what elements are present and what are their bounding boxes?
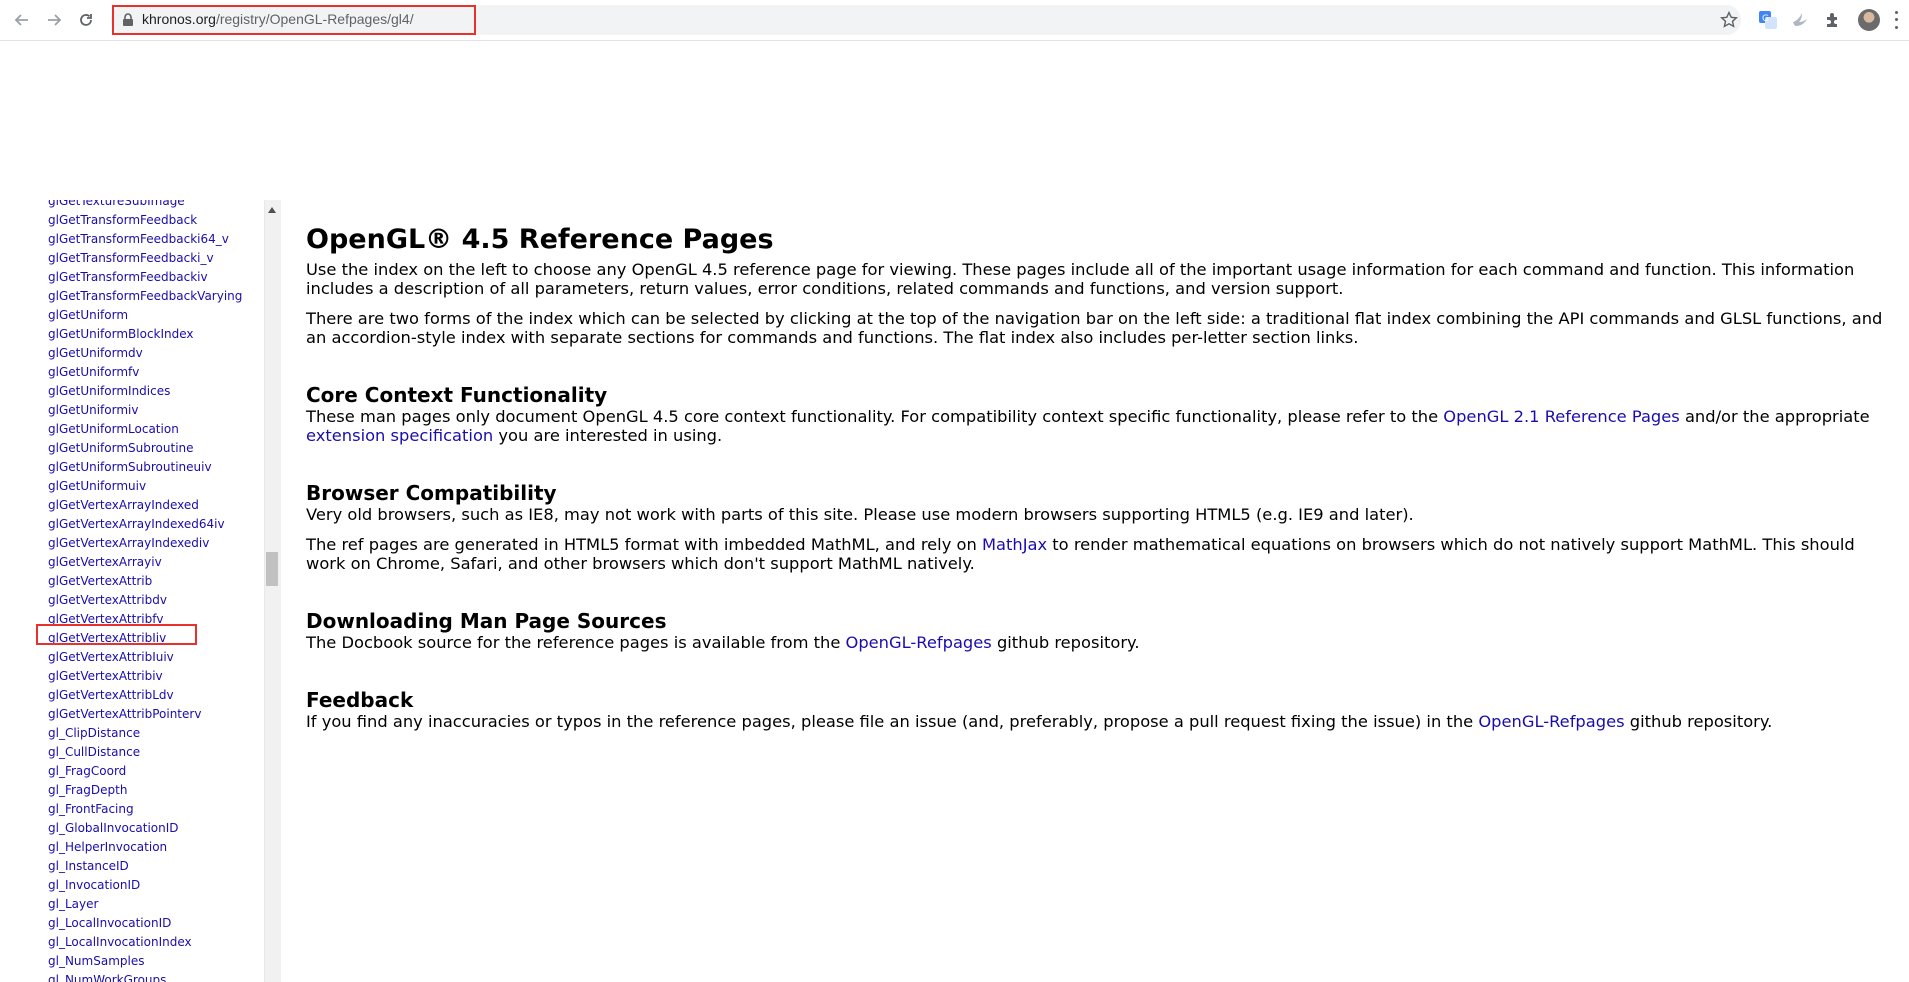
index-item[interactable]: gl_Layer [48,895,242,914]
section-heading-core: Core Context Functionality [306,383,608,407]
core-paragraph: These man pages only document OpenGL 4.5… [306,407,1870,445]
downloading-paragraph: The Docbook source for the reference pag… [306,633,1140,652]
selected-item-highlight-box [36,624,197,645]
index-item[interactable]: glGetVertexAttribPointerv [48,705,242,724]
index-item[interactable]: glGetUniform [48,306,242,325]
index-item[interactable]: gl_InvocationID [48,876,242,895]
index-item[interactable]: glGetVertexAttribIuiv [48,648,242,667]
section-heading-browser-compat: Browser Compatibility [306,481,557,505]
index-item[interactable]: gl_GlobalInvocationID [48,819,242,838]
reload-icon[interactable] [74,8,98,32]
index-item[interactable]: glGetUniformSubroutine [48,439,242,458]
index-item[interactable]: gl_NumSamples [48,952,242,971]
index-item[interactable]: glGetVertexArrayIndexed [48,496,242,515]
index-item[interactable]: gl_LocalInvocationIndex [48,933,242,952]
index-item[interactable]: gl_FragDepth [48,781,242,800]
more-menu-icon[interactable] [1893,9,1899,31]
index-item[interactable]: gl_HelperInvocation [48,838,242,857]
url-highlight-box [112,5,476,35]
forward-icon[interactable] [42,8,66,32]
index-item[interactable]: gl_FrontFacing [48,800,242,819]
scroll-up-arrow-icon[interactable] [268,207,276,213]
section-heading-feedback: Feedback [306,688,414,712]
index-item[interactable]: glGetVertexArrayIndexed64iv [48,515,242,534]
index-item[interactable]: glGetUniformIndices [48,382,242,401]
index-item[interactable]: gl_FragCoord [48,762,242,781]
scrollbar-thumb[interactable] [266,552,278,586]
index-item[interactable]: glGetUniformuiv [48,477,242,496]
index-item[interactable]: glGetTextureSubImage [48,200,242,211]
index-item[interactable]: glGetVertexArrayIndexediv [48,534,242,553]
mathjax-link[interactable]: MathJax [982,535,1047,554]
back-icon[interactable] [10,8,34,32]
intro-paragraph-1: Use the index on the left to choose any … [306,260,1855,298]
index-item[interactable]: glGetVertexAttrib [48,572,242,591]
translate-extension-icon[interactable]: G [1758,10,1778,30]
index-item[interactable]: glGetUniformiv [48,401,242,420]
index-item[interactable]: glGetTransformFeedback [48,211,242,230]
page-title: OpenGL® 4.5 Reference Pages [306,224,774,255]
puzzle-extensions-icon[interactable] [1823,10,1843,30]
index-item[interactable]: glGetUniformfv [48,363,242,382]
sidebar-scrollbar[interactable] [264,200,281,982]
index-item[interactable]: glGetVertexArrayiv [48,553,242,572]
index-item-gluniformlocation[interactable]: glGetUniformLocation [48,420,242,439]
index-item[interactable]: glGetVertexAttribLdv [48,686,242,705]
profile-avatar[interactable] [1858,9,1880,31]
index-item[interactable]: glGetTransformFeedbackVarying [48,287,242,306]
index-item[interactable]: glGetUniformSubroutineuiv [48,458,242,477]
index-item[interactable]: gl_InstanceID [48,857,242,876]
index-item[interactable]: glGetTransformFeedbacki_v [48,249,242,268]
index-item[interactable]: gl_NumWorkGroups [48,971,242,982]
bookmark-star-icon[interactable] [1720,11,1738,29]
browser-toolbar: khronos.org/registry/OpenGL-Refpages/gl4… [0,0,1909,41]
reference-index-sidebar: glGetTextureSubImage glGetTransformFeedb… [0,200,266,982]
index-item[interactable]: glGetTransformFeedbackiv [48,268,242,287]
index-item[interactable]: glGetUniformdv [48,344,242,363]
extension-specification-link[interactable]: extension specification [306,426,493,445]
browser-compat-paragraph-2: The ref pages are generated in HTML5 for… [306,535,1855,573]
index-item[interactable]: gl_CullDistance [48,743,242,762]
bird-extension-icon[interactable] [1790,10,1810,30]
opengl-refpages-feedback-link[interactable]: OpenGL-Refpages [1478,712,1624,731]
feedback-paragraph: If you find any inaccuracies or typos in… [306,712,1773,731]
svg-text:G: G [1762,14,1769,24]
index-item[interactable]: glGetUniformBlockIndex [48,325,242,344]
index-item[interactable]: glGetVertexAttribiv [48,667,242,686]
index-item[interactable]: glGetTransformFeedbacki64_v [48,230,242,249]
browser-compat-paragraph-1: Very old browsers, such as IE8, may not … [306,505,1414,524]
index-item[interactable]: gl_LocalInvocationID [48,914,242,933]
intro-paragraph-2: There are two forms of the index which c… [306,309,1883,347]
index-item[interactable]: glGetVertexAttribdv [48,591,242,610]
opengl-21-refpages-link[interactable]: OpenGL 2.1 Reference Pages [1443,407,1679,426]
section-heading-downloading: Downloading Man Page Sources [306,609,667,633]
opengl-refpages-link[interactable]: OpenGL-Refpages [846,633,992,652]
main-content: OpenGL® 4.5 Reference Pages Use the inde… [306,220,1896,731]
index-list: glGetTextureSubImage glGetTransformFeedb… [48,200,242,982]
index-item[interactable]: gl_ClipDistance [48,724,242,743]
